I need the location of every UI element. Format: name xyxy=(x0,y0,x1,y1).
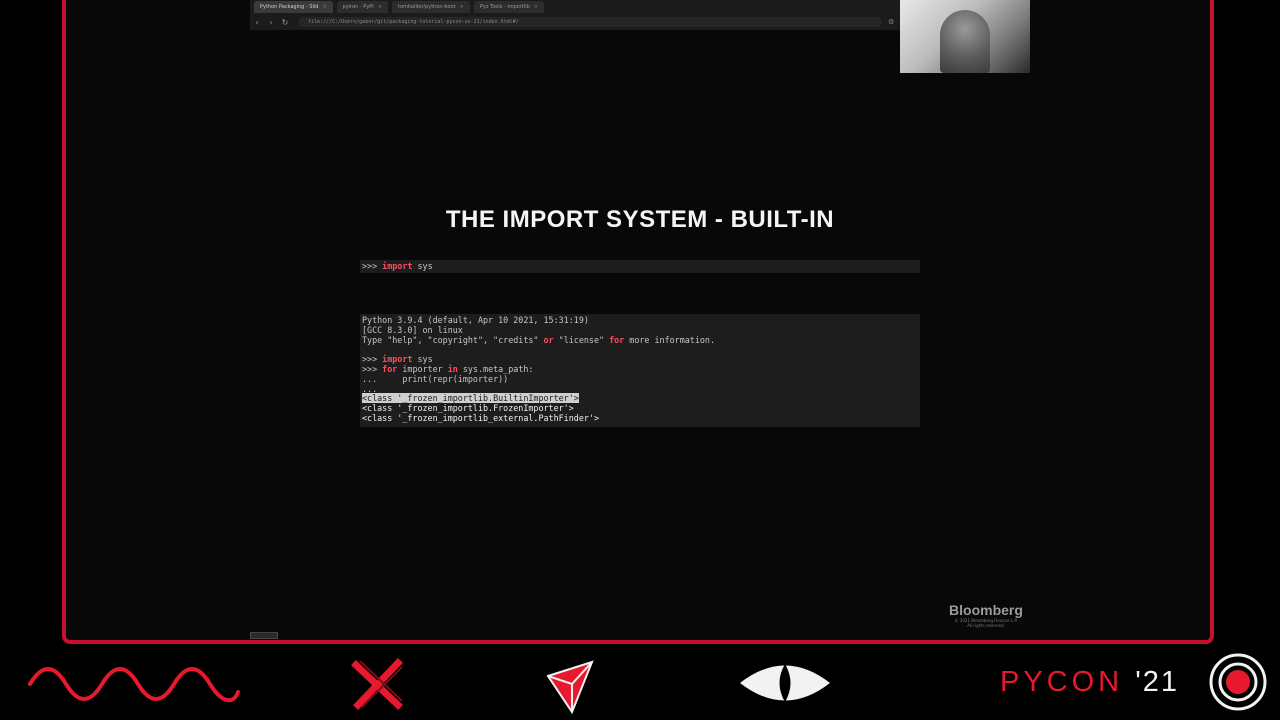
tab-label: tomhallier/python-boot xyxy=(397,4,456,10)
browser-tab[interactable]: Pyz Tools - importlib × xyxy=(473,1,544,13)
code-line: ... print(repr(importer)) xyxy=(362,373,509,384)
browser-tab[interactable]: Python Packaging - Slid × xyxy=(254,1,333,13)
target-icon xyxy=(1209,653,1267,711)
speaker-image xyxy=(940,10,990,73)
code-block-import: >>> import sys xyxy=(360,260,920,273)
code-output-line: <class '_frozen_importlib_external.PathF… xyxy=(362,412,599,423)
tab-label: Python Packaging - Slid xyxy=(260,4,319,10)
close-icon[interactable]: × xyxy=(534,4,538,10)
address-bar: ‹ › ↻ file:///C:/Users/gabor/git/packagi… xyxy=(250,15,900,29)
reload-icon[interactable]: ↻ xyxy=(278,18,292,27)
tab-label: pyiron - PyPI xyxy=(342,4,374,10)
browser-window: Python Packaging - Slid × pyiron - PyPI × … xyxy=(250,0,900,30)
copyright-text: © 2021 Bloomberg Finance L.P. All rights … xyxy=(954,618,1018,628)
highlighted-text: <class '_frozen_importlib.BuiltinImporte… xyxy=(362,393,579,404)
code-line: Type "help", "copyright", "credits" or "… xyxy=(362,334,715,345)
x-icon xyxy=(351,658,403,710)
browser-tab[interactable]: pyiron - PyPI × xyxy=(336,1,388,13)
code-block-session: Python 3.9.4 (default, Apr 10 2021, 15:3… xyxy=(360,314,920,427)
webcam-video xyxy=(900,0,1030,73)
close-icon[interactable]: × xyxy=(378,4,382,10)
slide-title: THE IMPORT SYSTEM - BUILT-IN xyxy=(445,206,835,233)
browser-tab-bar: Python Packaging - Slid × pyiron - PyPI × … xyxy=(250,0,900,14)
keyword: import xyxy=(382,261,413,271)
bloomberg-logo: Bloomberg xyxy=(949,602,1023,618)
pycon-year: '21 xyxy=(1135,666,1179,698)
close-icon[interactable]: × xyxy=(322,4,326,10)
url-field[interactable]: file:///C:/Users/gabor/git/packaging-tut… xyxy=(298,17,882,27)
wave-icon xyxy=(28,667,240,703)
triangle-icon xyxy=(546,660,594,714)
back-arrow-icon[interactable]: ‹ xyxy=(250,18,264,27)
close-icon[interactable]: × xyxy=(460,4,464,10)
scrollbar-thumb[interactable] xyxy=(250,632,278,639)
forward-arrow-icon[interactable]: › xyxy=(264,18,278,27)
browser-tab[interactable]: tomhallier/python-boot × xyxy=(391,1,470,13)
code-text: sys xyxy=(412,261,433,271)
prompt: >>> xyxy=(362,261,383,271)
tab-label: Pyz Tools - importlib xyxy=(479,4,530,10)
pycon-logo: PYCON '21 xyxy=(1000,666,1179,699)
pycon-text: PYCON xyxy=(1000,666,1124,698)
eye-icon xyxy=(740,664,830,702)
extension-icon[interactable]: ⚙ xyxy=(888,18,900,26)
